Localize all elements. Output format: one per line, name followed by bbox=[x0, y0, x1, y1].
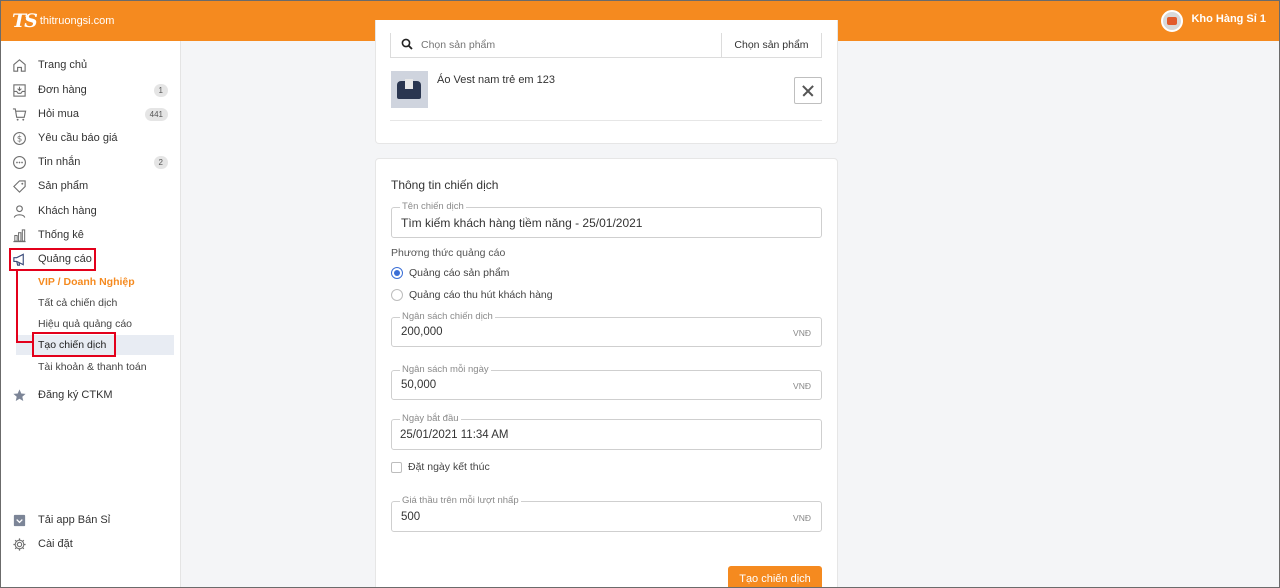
remove-product-button[interactable] bbox=[794, 77, 822, 104]
sidebar-item-download-app[interactable]: Tải app Bán Sỉ bbox=[0, 509, 181, 531]
chat-icon bbox=[11, 154, 27, 170]
field-value: 500 bbox=[401, 511, 421, 523]
end-date-checkbox[interactable] bbox=[391, 461, 402, 473]
logo-mark: TS bbox=[12, 10, 38, 32]
highlight-box-ads bbox=[9, 248, 96, 271]
field-label: Ngân sách chiến dịch bbox=[400, 311, 495, 322]
highlight-connector-line bbox=[16, 341, 32, 343]
field-label: Ngân sách mỗi ngày bbox=[400, 364, 491, 375]
field-value: Tìm kiếm khách hàng tiềm năng - 25/01/20… bbox=[401, 216, 643, 230]
count-badge: 2 bbox=[153, 155, 168, 169]
chart-icon bbox=[11, 227, 27, 243]
sidebar-item-home[interactable]: Trang chủ bbox=[0, 54, 181, 76]
sidebar-item-label: Đơn hàng bbox=[38, 84, 87, 96]
account-name: Kho Hàng Sỉ 1 bbox=[1191, 13, 1266, 25]
sidebar-item-label: Trang chủ bbox=[38, 59, 88, 71]
currency-unit: VNĐ bbox=[793, 328, 811, 338]
radio-label: Quảng cáo sản phẩm bbox=[409, 267, 510, 279]
star-icon bbox=[11, 387, 27, 403]
sidebar-item-label: Đăng ký CTKM bbox=[38, 389, 113, 401]
product-name: Áo Vest nam trẻ em 123 bbox=[437, 74, 556, 86]
logo-text: thitruongsi.com bbox=[39, 15, 115, 27]
section-title: Thông tin chiến dịch bbox=[391, 178, 499, 192]
sidebar: Trang chủ Đơn hàng 1 Hỏi mua 441 $ Yêu c… bbox=[0, 41, 181, 588]
sidebar-item-inquiries[interactable]: Hỏi mua 441 bbox=[0, 103, 181, 125]
sidebar-item-stats[interactable]: Thống kê bbox=[0, 224, 181, 246]
sidebar-item-settings[interactable]: Cài đặt bbox=[0, 533, 181, 555]
svg-text:$: $ bbox=[16, 133, 21, 143]
product-thumbnail bbox=[391, 71, 428, 108]
sidebar-item-label: Tin nhắn bbox=[38, 156, 81, 168]
download-icon bbox=[11, 512, 27, 528]
account-menu[interactable]: Kho Hàng Sỉ 1 bbox=[1161, 6, 1266, 32]
sidebar-item-label: Cài đặt bbox=[38, 538, 73, 550]
search-input[interactable] bbox=[421, 39, 701, 51]
count-badge: 1 bbox=[153, 83, 168, 97]
sidebar-item-customers[interactable]: Khách hàng bbox=[0, 200, 181, 222]
user-icon bbox=[11, 203, 27, 219]
create-campaign-button[interactable]: Tạo chiến dịch bbox=[728, 566, 822, 588]
campaign-budget-field[interactable]: Ngân sách chiến dịch 200,000 VNĐ bbox=[391, 311, 822, 347]
daily-budget-field[interactable]: Ngân sách mỗi ngày 50,000 VNĐ bbox=[391, 364, 822, 400]
bid-field[interactable]: Giá thầu trên mỗi lượt nhấp 500 VNĐ bbox=[391, 495, 822, 532]
method-label: Phương thức quảng cáo bbox=[391, 247, 506, 259]
campaign-name-field[interactable]: Tên chiến dịch Tìm kiếm khách hàng tiềm … bbox=[391, 201, 822, 238]
currency-unit: VNĐ bbox=[793, 381, 811, 391]
radio-button[interactable] bbox=[391, 267, 403, 279]
sidebar-item-label: Thống kê bbox=[38, 229, 84, 241]
home-icon bbox=[11, 57, 27, 73]
sub-item-account-billing[interactable]: Tài khoản & thanh toán bbox=[38, 361, 147, 373]
radio-button[interactable] bbox=[391, 289, 403, 301]
search-icon bbox=[401, 38, 413, 50]
gear-icon bbox=[11, 536, 27, 552]
sidebar-item-promo[interactable]: Đăng ký CTKM bbox=[0, 384, 181, 406]
radio-customer-ads[interactable]: Quảng cáo thu hút khách hàng bbox=[391, 289, 553, 301]
sidebar-item-quotes[interactable]: $ Yêu cầu báo giá bbox=[0, 127, 181, 149]
divider bbox=[390, 120, 822, 121]
sub-item-all-campaigns[interactable]: Tất cả chiến dịch bbox=[38, 297, 117, 309]
field-value: 50,000 bbox=[401, 379, 437, 391]
end-date-checkbox-row[interactable]: Đặt ngày kết thúc bbox=[391, 461, 490, 473]
field-value: 25/01/2021 11:34 AM bbox=[400, 429, 509, 441]
sidebar-item-label: Tải app Bán Sỉ bbox=[38, 514, 111, 526]
sub-item-vip[interactable]: VIP / Doanh Nghiệp bbox=[38, 276, 135, 288]
start-date-field[interactable]: Ngày bắt đầu 25/01/2021 11:34 AM bbox=[391, 413, 822, 450]
count-badge: 441 bbox=[144, 107, 168, 121]
field-value: 200,000 bbox=[401, 326, 443, 338]
dollar-icon: $ bbox=[11, 130, 27, 146]
sidebar-item-label: Khách hàng bbox=[38, 205, 97, 217]
checkbox-label: Đặt ngày kết thúc bbox=[408, 461, 490, 473]
logo[interactable]: TS thitruongsi.com bbox=[12, 9, 114, 33]
sidebar-item-label: Sản phẩm bbox=[38, 180, 89, 192]
field-label: Ngày bắt đầu bbox=[400, 413, 461, 424]
product-search: Chọn sản phẩm bbox=[390, 33, 822, 58]
sub-item-ad-performance[interactable]: Hiệu quả quảng cáo bbox=[38, 318, 132, 330]
currency-unit: VNĐ bbox=[793, 513, 811, 523]
field-label: Tên chiến dịch bbox=[400, 201, 466, 212]
sidebar-item-messages[interactable]: Tin nhắn 2 bbox=[0, 151, 181, 173]
choose-product-button[interactable]: Chọn sản phẩm bbox=[721, 33, 821, 57]
radio-product-ads[interactable]: Quảng cáo sản phẩm bbox=[391, 267, 509, 279]
inbox-icon bbox=[11, 82, 27, 98]
highlight-connector-line bbox=[16, 271, 18, 342]
sidebar-item-label: Hỏi mua bbox=[38, 108, 79, 120]
sidebar-item-orders[interactable]: Đơn hàng 1 bbox=[0, 79, 181, 101]
cart-icon bbox=[11, 106, 27, 122]
highlight-box-create-campaign bbox=[32, 332, 116, 357]
field-label: Giá thầu trên mỗi lượt nhấp bbox=[400, 495, 521, 506]
sidebar-item-label: Yêu cầu báo giá bbox=[38, 132, 118, 144]
avatar bbox=[1161, 10, 1184, 32]
sidebar-item-products[interactable]: Sản phẩm bbox=[0, 175, 181, 197]
radio-label: Quảng cáo thu hút khách hàng bbox=[409, 289, 553, 301]
tag-icon bbox=[11, 178, 27, 194]
